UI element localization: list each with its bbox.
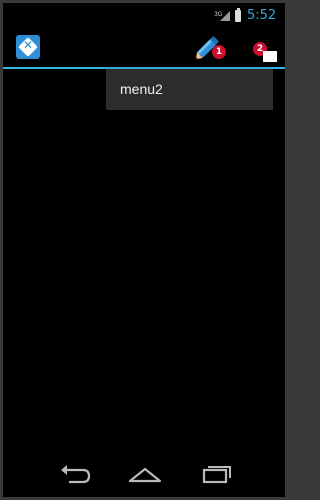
document-icon bbox=[263, 51, 277, 62]
signal-icon bbox=[220, 11, 230, 21]
back-icon bbox=[61, 465, 91, 484]
xamarin-logo-icon[interactable]: ✕ bbox=[16, 35, 40, 59]
home-icon bbox=[128, 467, 162, 483]
battery-icon bbox=[235, 8, 241, 22]
pen-badge: 1 bbox=[212, 45, 226, 59]
device-screen: 3G 5:52 ✕ 1 2 menu2 bbox=[3, 3, 285, 497]
navigation-bar bbox=[3, 451, 285, 497]
home-button[interactable] bbox=[125, 461, 165, 487]
recent-apps-icon bbox=[202, 466, 231, 484]
recent-apps-button[interactable] bbox=[196, 461, 236, 487]
back-button[interactable] bbox=[55, 461, 95, 487]
action-bar: ✕ 1 2 bbox=[3, 28, 285, 67]
pen-action-button[interactable]: 1 bbox=[189, 32, 231, 64]
status-time: 5:52 bbox=[247, 8, 277, 23]
menu-item-menu2[interactable]: menu2 bbox=[106, 69, 273, 110]
overflow-menu: menu2 bbox=[106, 69, 273, 110]
logo-x-mark: ✕ bbox=[22, 38, 34, 52]
status-bar: 3G 5:52 bbox=[3, 3, 285, 28]
